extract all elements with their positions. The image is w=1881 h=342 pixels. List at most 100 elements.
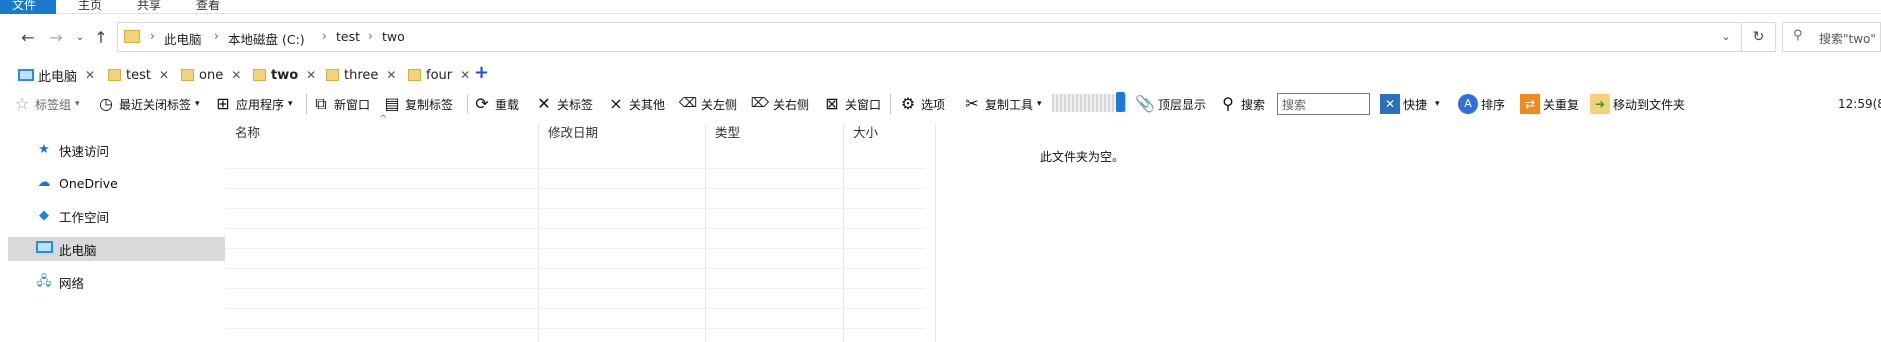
network-icon: 🖧 [36, 274, 52, 289]
close-icon[interactable]: ✕ [231, 68, 241, 82]
nav-item-quick-access[interactable]: ★ 快速访问 [8, 138, 225, 162]
search-label: 搜索 [1241, 97, 1266, 112]
chevron-right-icon: › [214, 29, 219, 43]
move-to-folder-button[interactable]: ➜ 移动到文件夹 [1590, 90, 1685, 118]
close-icon[interactable]: ✕ [386, 68, 396, 82]
close-left-button[interactable]: ⌫ 关左侧 [678, 90, 737, 118]
copy-tools-button[interactable]: ✂ 复制工具 ▾ [962, 90, 1042, 118]
ribbon-tab-home[interactable]: 主页 [66, 0, 114, 14]
close-left-label: 关左侧 [701, 97, 738, 112]
close-window-label: 关窗口 [845, 97, 882, 112]
tab-test[interactable]: test ✕ [108, 64, 169, 86]
empty-folder-message: 此文件夹为空。 [1040, 150, 1125, 164]
close-icon[interactable]: ✕ [85, 68, 95, 82]
sort-button[interactable]: A 排序 [1458, 90, 1505, 118]
nav-item-label: 此电脑 [59, 242, 97, 258]
tab-this-pc[interactable]: 此电脑 ✕ [18, 64, 95, 86]
forward-button[interactable]: → [46, 28, 66, 48]
windows-logo-icon: ⊞ [216, 94, 230, 113]
column-header-name[interactable]: 名称 [225, 124, 538, 148]
workspace-icon: ◆ [39, 208, 49, 223]
up-button[interactable]: ↑ [91, 28, 111, 48]
close-tab-button[interactable]: ✕ 关标签 [534, 90, 593, 118]
column-header-type[interactable]: 类型 [705, 124, 843, 148]
search-button[interactable]: ⚲ 搜索 [1218, 90, 1265, 118]
column-divider[interactable] [843, 124, 844, 342]
tab-two[interactable]: two ✕ [253, 64, 316, 86]
tab-label: three [344, 67, 379, 83]
row-line [225, 248, 925, 249]
close-duplicates-label: 关重复 [1543, 97, 1580, 112]
nav-item-network[interactable]: 🖧 网络 [8, 270, 225, 294]
close-icon[interactable]: ✕ [460, 68, 470, 82]
breadcrumb-local-disk[interactable]: 本地磁盘 (C:) [228, 29, 305, 48]
top-display-button[interactable]: 📎 顶层显示 [1135, 90, 1206, 118]
close-icon[interactable]: ✕ [306, 68, 316, 82]
breadcrumb-test[interactable]: test [336, 29, 360, 44]
new-tab-plus-icon[interactable]: + [474, 62, 489, 83]
close-others-icon: ⨯ [609, 94, 623, 113]
folder-icon [408, 69, 421, 81]
ribbon-tab-view[interactable]: 查看 [184, 0, 232, 14]
recent-closed-button[interactable]: ◷ 最近关闭标签 ▾ [96, 90, 200, 118]
close-icon[interactable]: ✕ [159, 68, 169, 82]
nav-item-label: 快速访问 [59, 143, 110, 159]
tab-four[interactable]: four ✕ [408, 64, 470, 86]
new-window-icon: ⧉ [315, 94, 327, 113]
quick-button[interactable]: ✕ 快捷 ▾ [1380, 90, 1440, 118]
breadcrumb-this-pc[interactable]: 此电脑 [164, 29, 202, 48]
options-button[interactable]: ⚙ 选项 [898, 90, 945, 118]
ribbon-tab-share[interactable]: 共享 [125, 0, 173, 14]
column-divider[interactable] [935, 124, 936, 342]
ribbon: 文件 主页 共享 查看 [0, 0, 1881, 14]
close-x-icon: ✕ [537, 94, 551, 113]
search-input[interactable]: ⚲ 搜索"two" [1782, 22, 1881, 52]
reload-button[interactable]: ⟳ 重载 [472, 90, 519, 118]
refresh-button[interactable]: ↻ [1742, 22, 1776, 52]
close-left-icon: ⌫ [678, 96, 698, 111]
search-icon: ⚲ [1222, 94, 1234, 113]
tab-one[interactable]: one ✕ [181, 64, 241, 86]
cloud-icon: ☁ [37, 175, 51, 190]
bookmark-group-label: 标签组 [35, 97, 72, 112]
nav-item-workspace[interactable]: ◆ 工作空间 [8, 204, 225, 228]
apps-button[interactable]: ⊞ 应用程序 ▾ [213, 90, 292, 118]
column-header-size[interactable]: 大小 [843, 124, 935, 148]
ribbon-tab-file[interactable]: 文件 [0, 0, 56, 14]
toolbar-search-input[interactable]: 搜索 [1277, 93, 1370, 115]
copy-tab-label: 复制标签 [405, 97, 454, 112]
computer-icon [35, 241, 53, 257]
close-window-button[interactable]: ⊠ 关窗口 [822, 90, 881, 118]
toolbar: ☆ 标签组 ▾ ◷ 最近关闭标签 ▾ ⊞ 应用程序 ▾ ⧉ 新窗口 ▤ 复制标签… [0, 90, 1881, 118]
tab-label: test [126, 67, 151, 83]
address-dropdown-chevron-icon[interactable]: ⌄ [1711, 23, 1741, 51]
tab-three[interactable]: three ✕ [326, 64, 396, 86]
address-bar[interactable]: › 此电脑 › 本地磁盘 (C:) › test › two ⌄ [117, 22, 1742, 52]
back-button[interactable]: ← [18, 28, 38, 48]
address-row: ← → ⌄ ↑ › 此电脑 › 本地磁盘 (C:) › test › two ⌄… [0, 18, 1881, 58]
search-icon: ⚲ [1793, 28, 1803, 43]
nav-item-onedrive[interactable]: ☁ OneDrive [8, 171, 225, 195]
folder-icon [108, 69, 121, 81]
breadcrumb-two[interactable]: two [382, 29, 405, 44]
close-right-button[interactable]: ⌦ 关右侧 [750, 90, 809, 118]
close-others-button[interactable]: ⨯ 关其他 [606, 90, 665, 118]
close-duplicates-icon: ⇄ [1520, 94, 1540, 114]
close-duplicates-button[interactable]: ⇄ 关重复 [1520, 90, 1579, 118]
column-header-date-modified[interactable]: 修改日期 [538, 124, 705, 148]
dropdown-caret-icon: ▾ [1037, 99, 1042, 109]
slider-handle[interactable] [1116, 92, 1125, 112]
copy-tab-button[interactable]: ▤ 复制标签 [382, 90, 453, 118]
column-divider[interactable] [705, 124, 706, 342]
scissors-icon: ✂ [965, 94, 979, 113]
new-window-button[interactable]: ⧉ 新窗口 [311, 90, 370, 118]
recent-locations-button[interactable]: ⌄ [70, 28, 90, 48]
star-outline-icon: ☆ [14, 94, 30, 113]
nav-item-label: OneDrive [59, 175, 118, 191]
copy-tab-icon: ▤ [384, 94, 400, 113]
row-line [225, 188, 925, 189]
nav-item-label: 网络 [59, 275, 85, 291]
bookmark-group-button[interactable]: ☆ 标签组 ▾ [12, 90, 80, 118]
column-divider[interactable] [538, 124, 539, 342]
nav-item-this-pc[interactable]: 此电脑 [8, 237, 225, 261]
